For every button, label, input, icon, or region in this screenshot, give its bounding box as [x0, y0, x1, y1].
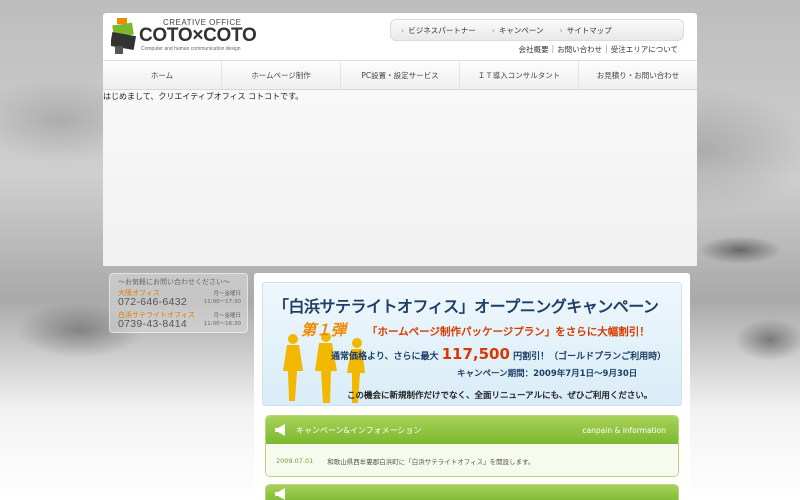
subnav-separator: | — [605, 44, 608, 53]
logo-mark-icon — [111, 18, 137, 54]
office-time-osaka: 11:00～17:30 — [203, 299, 241, 305]
banner-price: 117,500 — [441, 345, 510, 363]
news-title: キャンペーン&インフォメーション — [296, 425, 422, 435]
main-nav: ホーム ホームページ制作 PC設置・設定サービス ＩＴ導入コンサルタント お見積… — [103, 60, 697, 90]
contact-box: ～お気軽にお問い合わせください～ 大阪オフィス 072-646-6432 月～金… — [109, 273, 248, 333]
office-time-shirahama: 11:00～16:30 — [203, 321, 241, 327]
mainnav-estimate-contact[interactable]: お見積り・お問い合わせ — [579, 61, 697, 89]
intro-text: はじめまして、クリエイティブオフィス コトコトです。 — [103, 92, 304, 101]
mainnav-home[interactable]: ホーム — [103, 61, 222, 89]
office-days-shirahama: 月～金曜日 — [213, 313, 241, 319]
main-content-panel: 「白浜サテライトオフィス」オープニングキャンペーン 第１弾 「ホームページ制作パ… — [254, 273, 690, 500]
subnav-area[interactable]: 受注エリアについて — [611, 44, 678, 55]
office-tel-osaka: 072-646-6432 — [118, 296, 187, 308]
campaign-banner[interactable]: 「白浜サテライトオフィス」オープニングキャンペーン 第１弾 「ホームページ制作パ… — [262, 282, 682, 406]
subnav-separator: | — [551, 44, 555, 53]
banner-offer: 「ホームページ制作パッケージプラン」をさらに大幅割引！ — [367, 326, 650, 338]
banner-title: 「白浜サテライトオフィス」オープニングキャンペーン — [273, 297, 659, 316]
logo-tagline: Computer and human communication design — [141, 46, 241, 52]
megaphone-icon — [275, 424, 285, 436]
second-box-header — [265, 484, 679, 500]
contact-heading: ～お気軽にお問い合わせください～ — [118, 278, 230, 286]
office-hours-shirahama: 月～金曜日 11:00～16:30 — [204, 312, 241, 328]
office-days-osaka: 月～金曜日 — [213, 291, 241, 297]
site-header: CREATIVE OFFICE COTO×COTO Computer and h… — [103, 13, 697, 60]
site-logo[interactable]: CREATIVE OFFICE COTO×COTO Computer and h… — [111, 16, 271, 56]
news-item[interactable]: 2009.07.01 和歌山県西牟婁郡白浜町に「白浜サテライトオフィス」を開設し… — [266, 444, 678, 476]
banner-discount-post: 円割引！（ゴールドプランご利用時） — [513, 352, 667, 362]
banner-period: キャンペーン期間：2009年7月1日～9月30日 — [457, 369, 638, 379]
news-title-en: canpain & information — [582, 425, 666, 435]
subnav-company[interactable]: 会社概要 — [519, 44, 549, 55]
top-nav: ビジネスパートナー キャンペーン サイトマップ — [390, 19, 684, 41]
news-text: 和歌山県西牟婁郡白浜町に「白浜サテライトオフィス」を開設します。 — [327, 458, 535, 466]
news-date: 2009.07.01 — [276, 457, 314, 465]
banner-discount: 通常価格より、さらに最大 117,500 円割引！（ゴールドプランご利用時） — [331, 345, 666, 363]
mainnav-web-production[interactable]: ホームページ制作 — [222, 61, 341, 89]
subnav-contact[interactable]: お問い合わせ — [557, 44, 602, 55]
mainnav-pc-setup[interactable]: PC設置・設定サービス — [341, 61, 460, 89]
logo-title: COTO×COTO — [139, 25, 257, 46]
news-header: キャンペーン&インフォメーション canpain & information — [266, 416, 678, 444]
topnav-sitemap[interactable]: サイトマップ — [560, 25, 612, 36]
office-tel-shirahama: 0739-43-8414 — [118, 318, 187, 330]
mainnav-it-consulting[interactable]: ＩＴ導入コンサルタント — [460, 61, 579, 89]
banner-episode: 第１弾 — [301, 321, 347, 339]
banner-note: この機会に新規制作だけでなく、全面リニューアルにも、ぜひご利用ください。 — [347, 391, 653, 401]
banner-discount-pre: 通常価格より、さらに最大 — [331, 352, 439, 362]
topnav-business-partner[interactable]: ビジネスパートナー — [401, 25, 476, 36]
sub-nav: 会社概要 | お問い合わせ | 受注エリアについて — [519, 44, 678, 55]
news-box: キャンペーン&インフォメーション canpain & information 2… — [265, 415, 679, 477]
topnav-campaign[interactable]: キャンペーン — [492, 25, 544, 36]
office-hours-osaka: 月～金曜日 11:00～17:30 — [204, 290, 241, 306]
intro-area: はじめまして、クリエイティブオフィス コトコトです。 — [103, 90, 697, 266]
megaphone-icon — [275, 488, 285, 500]
